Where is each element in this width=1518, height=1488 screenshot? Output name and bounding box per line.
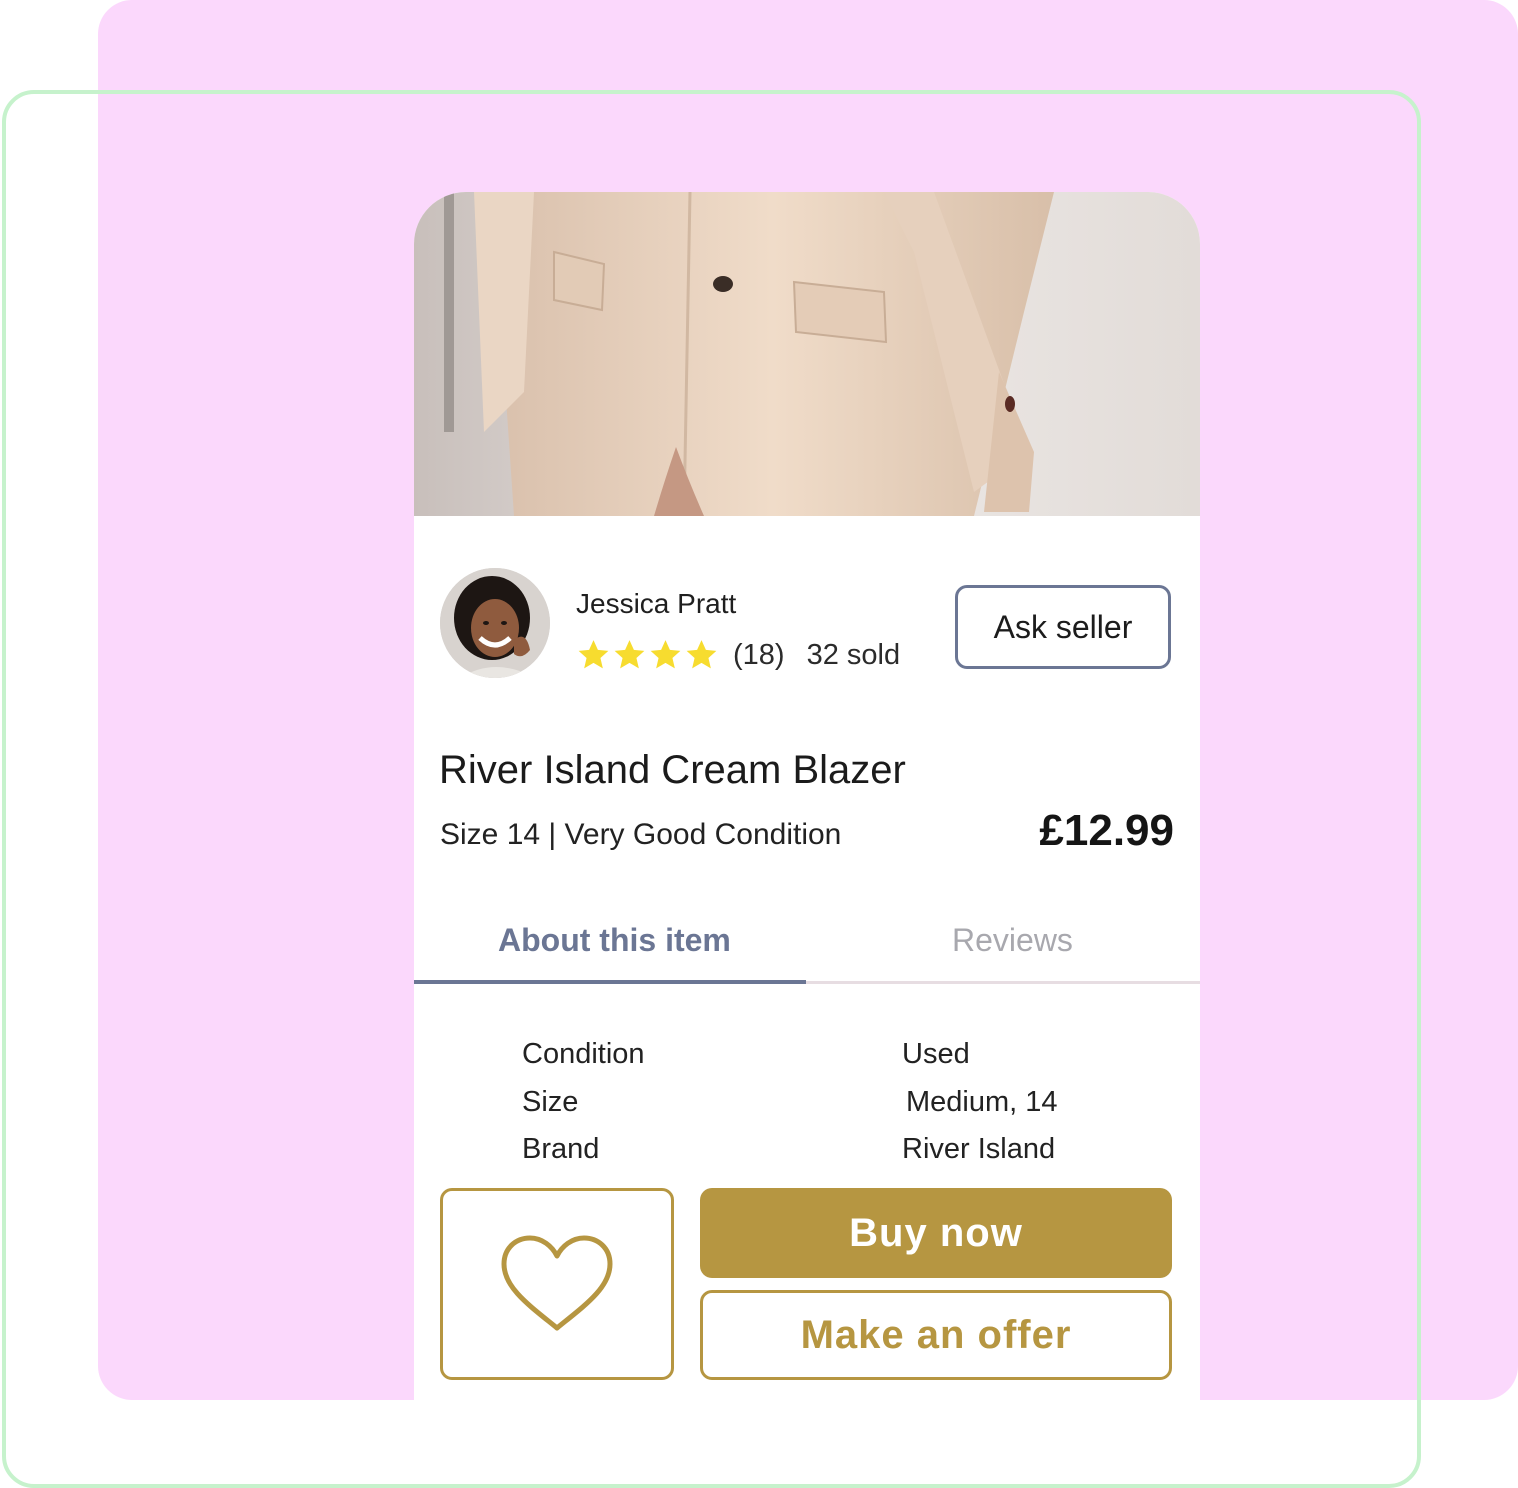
- detail-value: Used: [902, 1038, 970, 1070]
- star-icon: [650, 640, 681, 669]
- detail-row-brand: Brand River Island: [414, 1133, 1200, 1162]
- item-details: Condition Used Size Medium, 14 Brand Riv…: [414, 1038, 1200, 1162]
- detail-label: Condition: [522, 1038, 645, 1070]
- tab-about-this-item[interactable]: About this item: [498, 922, 731, 959]
- favourite-button[interactable]: [440, 1188, 674, 1380]
- star-icon: [614, 640, 645, 669]
- seller-rating: (18) 32 sold: [576, 638, 900, 672]
- buy-now-button[interactable]: Buy now: [700, 1188, 1172, 1278]
- make-offer-button[interactable]: Make an offer: [700, 1290, 1172, 1380]
- sold-count: 32 sold: [806, 638, 901, 671]
- product-price: £12.99: [1039, 806, 1174, 855]
- star-icon: [578, 640, 609, 669]
- product-card: Jessica Pratt (18) 32 sold Ask seller Ri…: [414, 192, 1200, 1400]
- review-count[interactable]: (18): [733, 639, 785, 672]
- seller-name[interactable]: Jessica Pratt: [576, 588, 736, 620]
- detail-value: River Island: [902, 1133, 1056, 1162]
- tab-reviews[interactable]: Reviews: [952, 922, 1073, 959]
- product-title: River Island Cream Blazer: [439, 748, 906, 792]
- detail-value: Medium, 14: [906, 1086, 1058, 1118]
- ask-seller-button[interactable]: Ask seller: [955, 585, 1171, 669]
- detail-label: Size: [522, 1086, 579, 1118]
- active-tab-indicator: [414, 980, 806, 984]
- seller-avatar[interactable]: [440, 568, 550, 678]
- heart-icon: [501, 1235, 613, 1331]
- product-subtitle: Size 14 | Very Good Condition: [440, 818, 842, 851]
- detail-row-condition: Condition Used: [414, 1038, 1200, 1086]
- detail-label: Brand: [522, 1133, 600, 1162]
- star-icon: [686, 640, 717, 669]
- rating-stars: [576, 638, 719, 672]
- detail-row-size: Size Medium, 14: [414, 1086, 1200, 1134]
- product-image[interactable]: [414, 192, 1200, 516]
